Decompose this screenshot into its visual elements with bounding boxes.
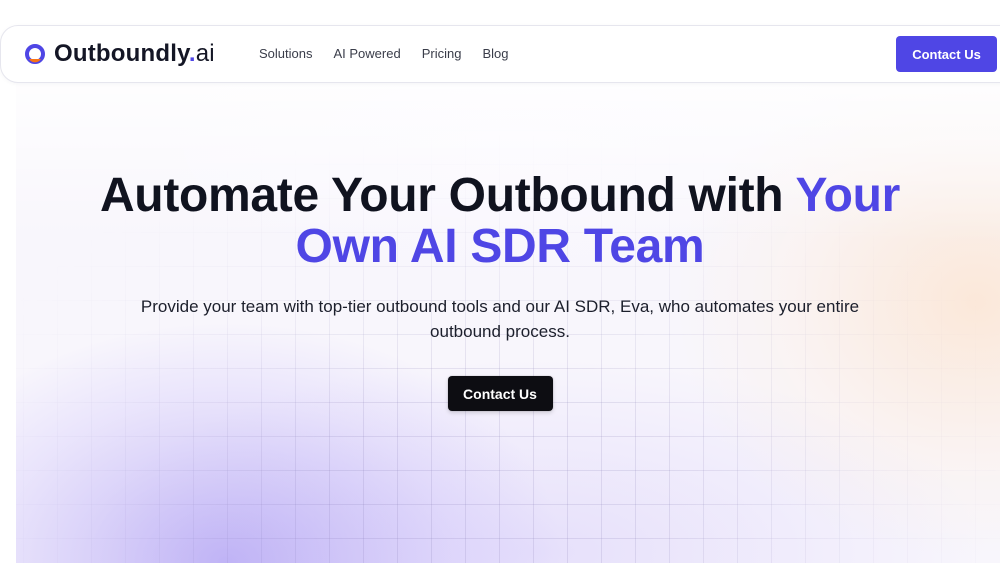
landing-page: Outboundly.ai Solutions AI Powered Prici…: [0, 0, 1000, 563]
hero-title: Automate Your Outbound with Your Own AI …: [60, 170, 940, 272]
brand-suffix: ai: [195, 40, 215, 67]
brand-ring-icon: [25, 44, 45, 64]
nav-link-ai-powered[interactable]: AI Powered: [333, 44, 400, 64]
hero-title-main: Automate Your Outbound with: [99, 169, 796, 222]
hero-section: Automate Your Outbound with Your Own AI …: [0, 170, 1000, 411]
nav-link-blog[interactable]: Blog: [482, 44, 508, 64]
brand-name: Outboundly.ai: [54, 41, 215, 67]
nav-link-solutions[interactable]: Solutions: [259, 44, 312, 64]
brand-word: Outboundly: [54, 40, 189, 67]
nav-links: Solutions AI Powered Pricing Blog: [259, 44, 529, 64]
hero-contact-us-button[interactable]: Contact Us: [447, 376, 553, 411]
hero-subtitle: Provide your team with top-tier outbound…: [140, 297, 860, 341]
nav-contact-us-button[interactable]: Contact Us: [896, 36, 997, 72]
nav-link-pricing[interactable]: Pricing: [422, 44, 462, 64]
navbar: Outboundly.ai Solutions AI Powered Prici…: [0, 25, 1000, 83]
brand-dot: .: [188, 40, 196, 67]
brand-logo-link[interactable]: Outboundly.ai: [24, 41, 215, 67]
